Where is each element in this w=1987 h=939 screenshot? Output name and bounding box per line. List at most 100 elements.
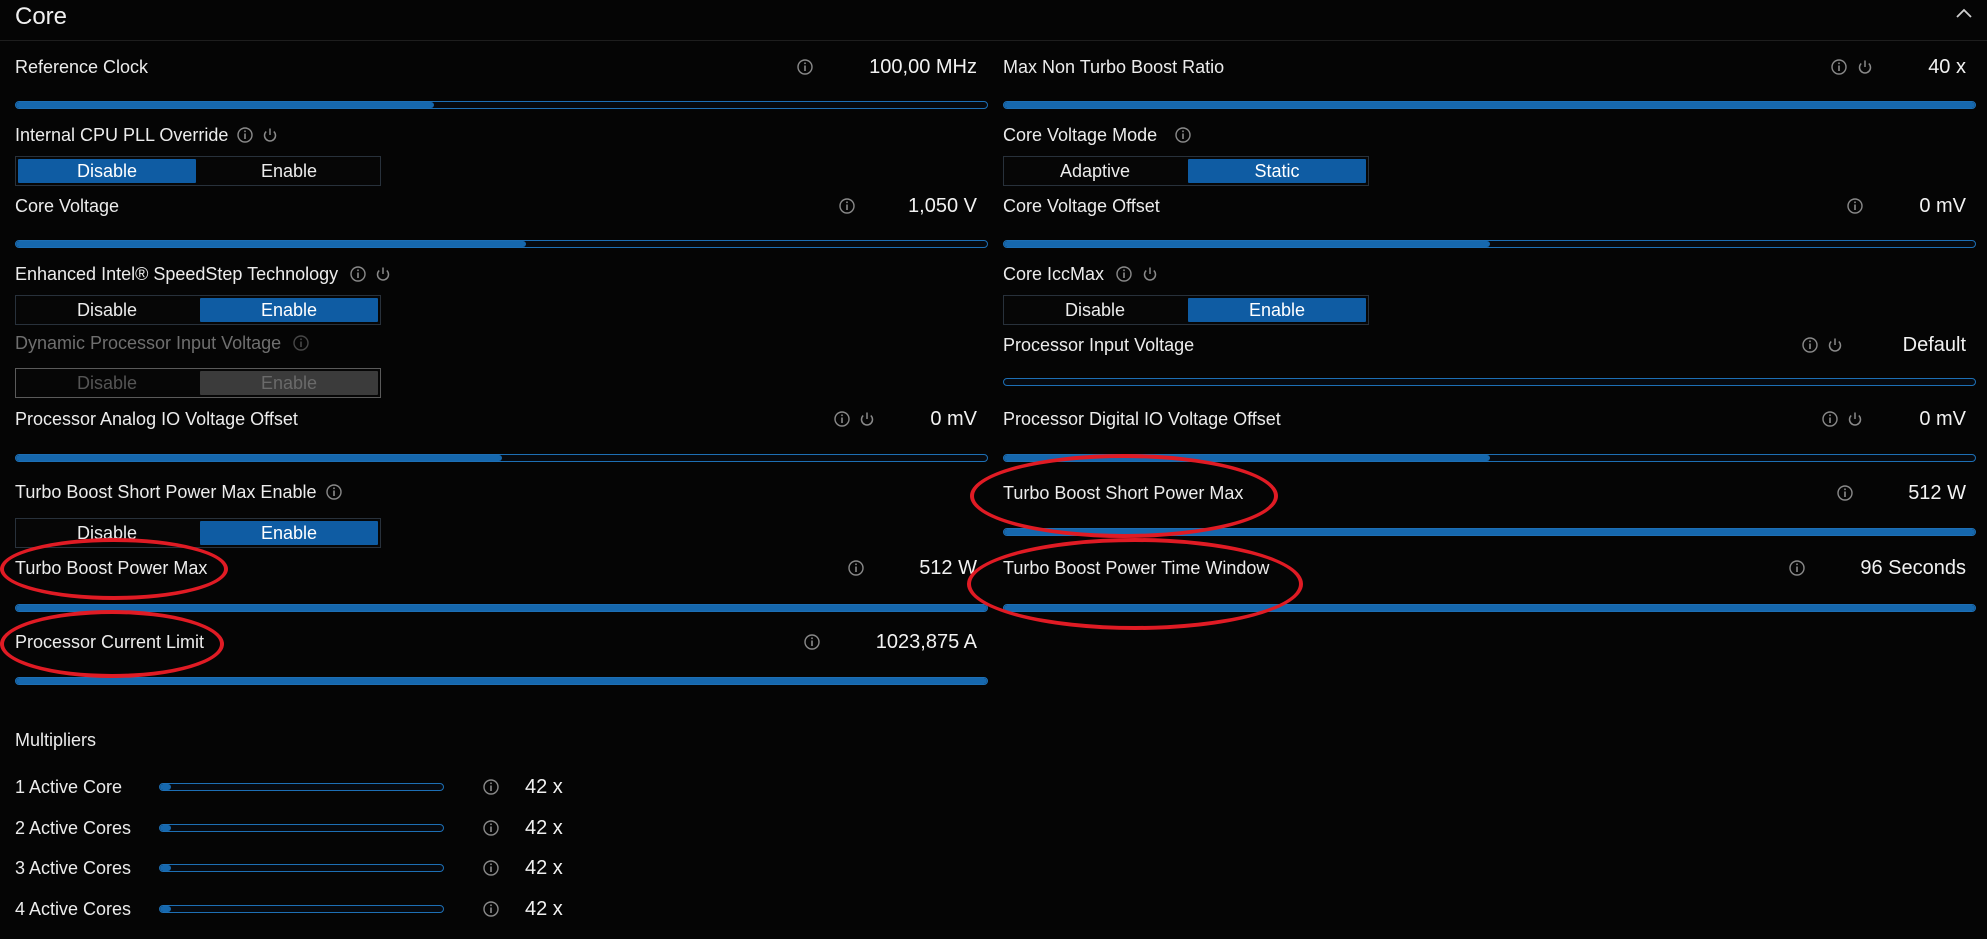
chevron-up-icon[interactable] xyxy=(1955,6,1973,20)
slider-fill xyxy=(160,825,172,831)
core-iccmax-disable[interactable]: Disable xyxy=(1006,298,1184,322)
info-icon[interactable] xyxy=(796,58,814,76)
info-icon[interactable] xyxy=(236,126,254,144)
power-reset-icon[interactable] xyxy=(1846,410,1864,428)
max-non-turbo-ratio-slider[interactable] xyxy=(1003,101,1976,109)
dynamic-input-voltage-label: Dynamic Processor Input Voltage xyxy=(15,333,282,353)
info-icon[interactable] xyxy=(1821,410,1839,428)
analog-io-offset-label: Processor Analog IO Voltage Offset xyxy=(15,409,298,429)
digital-io-offset-slider[interactable] xyxy=(1003,454,1976,462)
multiplier-slider[interactable] xyxy=(159,783,444,791)
digital-io-offset-label: Processor Digital IO Voltage Offset xyxy=(1003,409,1281,429)
core-iccmax-label: Core IccMax xyxy=(1003,264,1105,284)
short-power-max-label: Turbo Boost Short Power Max xyxy=(1003,483,1244,503)
power-reset-icon[interactable] xyxy=(1826,336,1844,354)
annotation-ellipse-time-window xyxy=(967,538,1303,630)
info-icon[interactable] xyxy=(833,410,851,428)
short-power-max-enable-toggle[interactable]: Disable Enable xyxy=(15,518,381,548)
short-power-max-enable-label: Turbo Boost Short Power Max Enable xyxy=(15,482,317,502)
info-icon[interactable] xyxy=(325,483,343,501)
max-non-turbo-ratio-label: Max Non Turbo Boost Ratio xyxy=(1003,57,1225,77)
core-voltage-offset-slider[interactable] xyxy=(1003,240,1976,248)
pll-override-enable[interactable]: Enable xyxy=(200,159,378,183)
power-time-window-slider[interactable] xyxy=(1003,604,1976,612)
power-reset-icon[interactable] xyxy=(858,410,876,428)
speedstep-toggle[interactable]: Disable Enable xyxy=(15,295,381,325)
digital-io-offset-value: 0 mV xyxy=(1919,408,1966,430)
reference-clock-slider[interactable] xyxy=(15,101,988,109)
core-iccmax-enable[interactable]: Enable xyxy=(1188,298,1366,322)
info-icon[interactable] xyxy=(1830,58,1848,76)
speedstep-label: Enhanced Intel® SpeedStep Technology xyxy=(15,264,339,284)
slider-fill xyxy=(16,605,987,611)
multiplier-slider[interactable] xyxy=(159,864,444,872)
core-voltage-mode-label: Core Voltage Mode xyxy=(1003,125,1158,145)
power-max-label: Turbo Boost Power Max xyxy=(15,558,208,578)
info-icon[interactable] xyxy=(482,859,500,877)
slider-fill xyxy=(16,455,502,461)
slider-fill xyxy=(160,906,172,912)
multiplier-value: 42 x xyxy=(525,817,563,839)
info-icon[interactable] xyxy=(838,197,856,215)
power-time-window-label: Turbo Boost Power Time Window xyxy=(1003,558,1270,578)
pll-override-disable[interactable]: Disable xyxy=(18,159,196,183)
short-power-max-enable-disable[interactable]: Disable xyxy=(18,521,196,545)
core-voltage-mode-toggle[interactable]: Adaptive Static xyxy=(1003,156,1369,186)
info-icon[interactable] xyxy=(803,633,821,651)
multiplier-slider[interactable] xyxy=(159,824,444,832)
info-icon[interactable] xyxy=(1174,126,1192,144)
multiplier-slider[interactable] xyxy=(159,905,444,913)
slider-fill xyxy=(16,102,434,108)
current-limit-label: Processor Current Limit xyxy=(15,632,205,652)
slider-fill xyxy=(1004,529,1975,535)
short-power-max-value: 512 W xyxy=(1908,482,1966,504)
core-voltage-slider[interactable] xyxy=(15,240,988,248)
power-reset-icon[interactable] xyxy=(261,126,279,144)
slider-fill xyxy=(16,678,987,684)
multiplier-row-label: 1 Active Core xyxy=(15,777,123,797)
core-voltage-mode-adaptive[interactable]: Adaptive xyxy=(1006,159,1184,183)
short-power-max-enable-enable[interactable]: Enable xyxy=(200,521,378,545)
multiplier-value: 42 x xyxy=(525,776,563,798)
speedstep-enable[interactable]: Enable xyxy=(200,298,378,322)
core-voltage-label: Core Voltage xyxy=(15,196,120,216)
power-reset-icon[interactable] xyxy=(374,265,392,283)
info-icon[interactable] xyxy=(1801,336,1819,354)
multiplier-row-label: 2 Active Cores xyxy=(15,818,132,838)
power-reset-icon[interactable] xyxy=(1141,265,1159,283)
max-non-turbo-ratio-value: 40 x xyxy=(1928,56,1966,78)
core-iccmax-toggle[interactable]: Disable Enable xyxy=(1003,295,1369,325)
section-header[interactable] xyxy=(0,0,1987,41)
slider-fill xyxy=(1004,605,1975,611)
power-max-slider[interactable] xyxy=(15,604,988,612)
info-icon[interactable] xyxy=(1846,197,1864,215)
power-reset-icon[interactable] xyxy=(1856,58,1874,76)
slider-fill xyxy=(160,784,172,790)
info-icon[interactable] xyxy=(482,900,500,918)
section-title: Core xyxy=(15,3,68,30)
info-icon[interactable] xyxy=(1115,265,1133,283)
info-icon[interactable] xyxy=(1788,559,1806,577)
multiplier-row-label: 3 Active Cores xyxy=(15,858,132,878)
slider-fill xyxy=(160,865,172,871)
info-icon[interactable] xyxy=(1836,484,1854,502)
info-icon[interactable] xyxy=(482,778,500,796)
speedstep-disable[interactable]: Disable xyxy=(18,298,196,322)
pll-override-toggle[interactable]: Disable Enable xyxy=(15,156,381,186)
power-time-window-value: 96 Seconds xyxy=(1860,557,1966,579)
dynamic-input-voltage-toggle: Disable Enable xyxy=(15,368,381,398)
processor-input-voltage-label: Processor Input Voltage xyxy=(1003,335,1195,355)
analog-io-offset-slider[interactable] xyxy=(15,454,988,462)
core-voltage-mode-static[interactable]: Static xyxy=(1188,159,1366,183)
info-icon[interactable] xyxy=(847,559,865,577)
slider-fill xyxy=(1004,102,1975,108)
multipliers-title: Multipliers xyxy=(15,730,97,750)
info-icon[interactable] xyxy=(349,265,367,283)
reference-clock-label: Reference Clock xyxy=(15,57,149,77)
current-limit-slider[interactable] xyxy=(15,677,988,685)
core-voltage-offset-label: Core Voltage Offset xyxy=(1003,196,1160,216)
processor-input-voltage-slider[interactable] xyxy=(1003,378,1976,386)
info-icon[interactable] xyxy=(482,819,500,837)
pll-override-label: Internal CPU PLL Override xyxy=(15,125,229,145)
short-power-max-slider[interactable] xyxy=(1003,528,1976,536)
